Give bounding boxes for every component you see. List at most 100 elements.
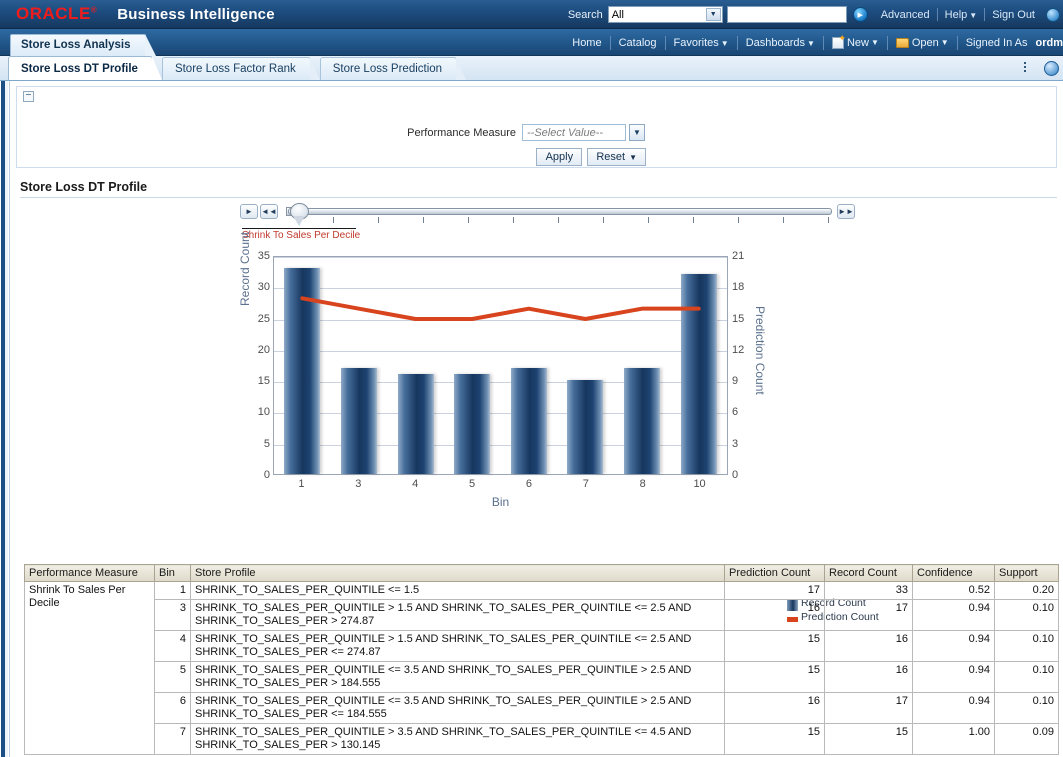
cell-record-count: 17 [825, 693, 913, 724]
cell-bin: 5 [155, 662, 191, 693]
search-label: Search [563, 9, 608, 21]
table-row[interactable]: 3SHRINK_TO_SALES_PER_QUINTILE > 1.5 AND … [25, 600, 1059, 631]
dashboard-tab-store-loss-analysis[interactable]: Store Loss Analysis [10, 34, 146, 56]
play-glyph: ► [245, 207, 253, 216]
table-row[interactable]: 5SHRINK_TO_SALES_PER_QUINTILE <= 3.5 AND… [25, 662, 1059, 693]
table-row[interactable]: Shrink To Sales Per Decile1SHRINK_TO_SAL… [25, 582, 1059, 600]
column-header-store-profile[interactable]: Store Profile [191, 565, 725, 582]
go-arrow-icon[interactable]: ▶ [853, 7, 868, 22]
dashboard-tab-label: Store Loss Analysis [21, 39, 131, 51]
cell-prediction-count: 15 [725, 662, 825, 693]
nav-catalog[interactable]: Catalog [611, 37, 665, 49]
nav-dashboards-label: Dashboards [746, 37, 805, 49]
search-scope-value: All [612, 9, 624, 21]
cell-confidence: 0.94 [913, 662, 995, 693]
nav-favorites[interactable]: Favorites▼ [666, 37, 737, 49]
search-input[interactable] [727, 6, 847, 23]
search-scope-select[interactable]: All ▼ [608, 6, 723, 23]
reset-button[interactable]: Reset ▼ [587, 148, 646, 166]
cell-store-profile: SHRINK_TO_SALES_PER_QUINTILE <= 1.5 [191, 582, 725, 600]
table-row[interactable]: 6SHRINK_TO_SALES_PER_QUINTILE <= 3.5 AND… [25, 693, 1059, 724]
table-row[interactable]: 4SHRINK_TO_SALES_PER_QUINTILE > 1.5 AND … [25, 631, 1059, 662]
prediction-line-series [274, 257, 727, 474]
y-axis-left-ticks: 35302520151050 [242, 248, 270, 484]
x-tick-label: 8 [614, 478, 671, 490]
help-label: Help [945, 9, 968, 21]
slider-tick [378, 217, 379, 223]
sign-out-link[interactable]: Sign Out [985, 9, 1042, 21]
cell-confidence: 0.52 [913, 582, 995, 600]
product-title: Business Intelligence [117, 6, 275, 23]
signed-in-username[interactable]: ordm [1036, 37, 1063, 49]
rewind-glyph: ◄◄ [261, 207, 277, 216]
y-tick-label: 35 [244, 250, 270, 262]
dashboard-content: − Performance Measure --Select Value-- ▼… [9, 81, 1063, 757]
chevron-down-icon: ▼ [721, 39, 729, 48]
nav-open[interactable]: Open▼ [888, 37, 957, 49]
slider-tick [558, 217, 559, 223]
advanced-link[interactable]: Advanced [874, 9, 937, 21]
results-table: Performance Measure Bin Store Profile Pr… [24, 564, 1059, 755]
slider-tick [738, 217, 739, 223]
cell-support: 0.10 [995, 600, 1059, 631]
column-header-confidence[interactable]: Confidence [913, 565, 995, 582]
slider-tick [423, 217, 424, 223]
slider-track[interactable] [288, 208, 832, 215]
nav-home[interactable]: Home [564, 37, 609, 49]
help-menu[interactable]: Help▼ [938, 9, 985, 21]
cell-record-count: 16 [825, 662, 913, 693]
nav-new[interactable]: New▼ [824, 37, 887, 49]
cell-support: 0.20 [995, 582, 1059, 600]
column-header-record-count[interactable]: Record Count [825, 565, 913, 582]
y-tick-label: 30 [244, 281, 270, 293]
nav-dashboards[interactable]: Dashboards▼ [738, 37, 823, 49]
reset-label: Reset [596, 151, 625, 163]
prediction-line[interactable] [302, 298, 698, 319]
column-header-performance-measure[interactable]: Performance Measure [25, 565, 155, 582]
apply-button[interactable]: Apply [536, 148, 582, 166]
cell-record-count: 15 [825, 724, 913, 755]
plot-area [273, 256, 728, 475]
x-tick-label: 10 [671, 478, 728, 490]
slider-ticks [288, 217, 834, 224]
cell-prediction-count: 15 [725, 631, 825, 662]
cell-confidence: 1.00 [913, 724, 995, 755]
performance-measure-value: --Select Value-- [527, 127, 603, 139]
rewind-icon[interactable]: ◄◄ [260, 204, 278, 219]
help-circle-icon[interactable] [1046, 8, 1060, 22]
page-toolbar [1024, 61, 1059, 76]
chevron-down-icon[interactable]: ▼ [629, 124, 645, 141]
cell-prediction-count: 15 [725, 724, 825, 755]
section-slider: ► ◄◄ ►► Shrink To Sales Per Decile [10, 202, 1063, 246]
tab-store-loss-factor-rank[interactable]: Store Loss Factor Rank [162, 57, 311, 80]
help-circle-icon[interactable] [1044, 61, 1059, 76]
chevron-down-icon: ▼ [969, 11, 977, 20]
registered-mark: ® [91, 5, 97, 14]
column-header-bin[interactable]: Bin [155, 565, 191, 582]
cell-confidence: 0.94 [913, 693, 995, 724]
slider-tick [783, 217, 784, 223]
chevron-down-icon: ▼ [941, 38, 949, 47]
cell-performance-measure: Shrink To Sales Per Decile [25, 582, 155, 755]
cell-bin: 7 [155, 724, 191, 755]
chevron-down-icon[interactable]: ▼ [706, 8, 721, 21]
nav-new-label: New [847, 37, 869, 49]
play-icon[interactable]: ► [240, 204, 258, 219]
chevron-down-icon: ▼ [871, 38, 879, 47]
collapse-minus-icon[interactable]: − [23, 91, 34, 102]
performance-measure-input[interactable]: --Select Value-- [522, 124, 626, 141]
column-header-prediction-count[interactable]: Prediction Count [725, 565, 825, 582]
results-table-wrapper: Performance Measure Bin Store Profile Pr… [24, 564, 1059, 755]
global-header-right: Search All ▼ ▶ Advanced Help▼ Sign Out [563, 0, 1063, 29]
tab-store-loss-prediction[interactable]: Store Loss Prediction [320, 57, 457, 80]
page-options-icon[interactable] [1024, 62, 1039, 75]
cell-prediction-count: 16 [725, 600, 825, 631]
column-header-support[interactable]: Support [995, 565, 1059, 582]
tab-store-loss-dt-profile[interactable]: Store Loss DT Profile [8, 56, 153, 80]
cell-bin: 4 [155, 631, 191, 662]
slider-tick [513, 217, 514, 223]
fast-forward-icon[interactable]: ►► [837, 204, 855, 219]
table-row[interactable]: 7SHRINK_TO_SALES_PER_QUINTILE > 3.5 AND … [25, 724, 1059, 755]
folder-icon [896, 38, 909, 48]
table-header-row: Performance Measure Bin Store Profile Pr… [25, 565, 1059, 582]
